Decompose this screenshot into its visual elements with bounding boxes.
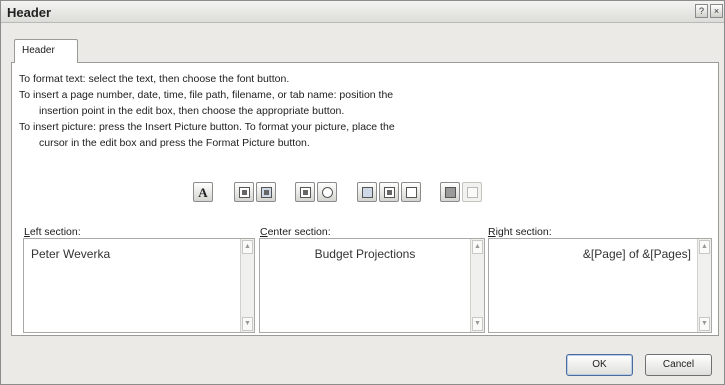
tab-header[interactable]: Header [14, 39, 78, 63]
insert-sheet-name-button[interactable] [401, 182, 421, 202]
insert-picture-button[interactable] [440, 182, 460, 202]
insert-page-number-button[interactable] [234, 182, 254, 202]
help-icon[interactable]: ? [695, 4, 708, 18]
left-section-edit-box[interactable]: Peter Weverka ▲ ▼ [23, 238, 255, 333]
format-text-icon: A [198, 184, 208, 200]
ok-button[interactable]: OK [566, 354, 633, 376]
format-picture-button[interactable] [462, 182, 482, 202]
instruction-line: To format text: select the text, then ch… [19, 73, 290, 85]
instruction-line: To insert a page number, date, time, fil… [19, 89, 394, 101]
insert-date-button[interactable] [295, 182, 315, 202]
insert-file-path-button[interactable] [357, 182, 377, 202]
header-dialog: Header ? × Header To format text: select… [0, 0, 725, 385]
filename-icon [383, 186, 395, 198]
insert-picture-icon [444, 186, 456, 198]
scroll-down-icon[interactable]: ▼ [242, 317, 253, 331]
scroll-down-icon[interactable]: ▼ [699, 317, 710, 331]
center-section-text[interactable]: Budget Projections [260, 247, 470, 261]
center-section-label: Center section: [260, 226, 331, 238]
format-picture-icon [466, 186, 478, 198]
left-section-scrollbar[interactable]: ▲ ▼ [240, 239, 254, 332]
instruction-line: To insert picture: press the Insert Pict… [19, 121, 395, 133]
format-text-button[interactable]: A [193, 182, 213, 202]
instruction-line: cursor in the edit box and press the For… [39, 137, 310, 149]
title-bar[interactable]: Header ? × [1, 1, 724, 23]
insert-filename-button[interactable] [379, 182, 399, 202]
center-section-scrollbar[interactable]: ▲ ▼ [470, 239, 484, 332]
time-icon [321, 186, 333, 198]
left-section-label: Left section: [24, 226, 81, 238]
number-of-pages-icon [260, 186, 272, 198]
close-icon[interactable]: × [710, 4, 723, 18]
insert-number-of-pages-button[interactable] [256, 182, 276, 202]
scroll-up-icon[interactable]: ▲ [242, 240, 253, 254]
dialog-title: Header [7, 5, 52, 20]
left-section-text[interactable]: Peter Weverka [31, 247, 110, 261]
center-section-edit-box[interactable]: Budget Projections ▲ ▼ [259, 238, 485, 333]
date-icon [299, 186, 311, 198]
sheet-name-icon [405, 186, 417, 198]
right-section-edit-box[interactable]: &[Page] of &[Pages] ▲ ▼ [488, 238, 712, 333]
right-section-label: Right section: [488, 226, 552, 238]
scroll-up-icon[interactable]: ▲ [699, 240, 710, 254]
page-number-icon [238, 186, 250, 198]
right-section-text[interactable]: &[Page] of &[Pages] [583, 247, 691, 261]
cancel-button[interactable]: Cancel [645, 354, 712, 376]
file-path-icon [361, 186, 373, 198]
right-section-scrollbar[interactable]: ▲ ▼ [697, 239, 711, 332]
scroll-up-icon[interactable]: ▲ [472, 240, 483, 254]
scroll-down-icon[interactable]: ▼ [472, 317, 483, 331]
insert-time-button[interactable] [317, 182, 337, 202]
instruction-line: insertion point in the edit box, then ch… [39, 105, 345, 117]
